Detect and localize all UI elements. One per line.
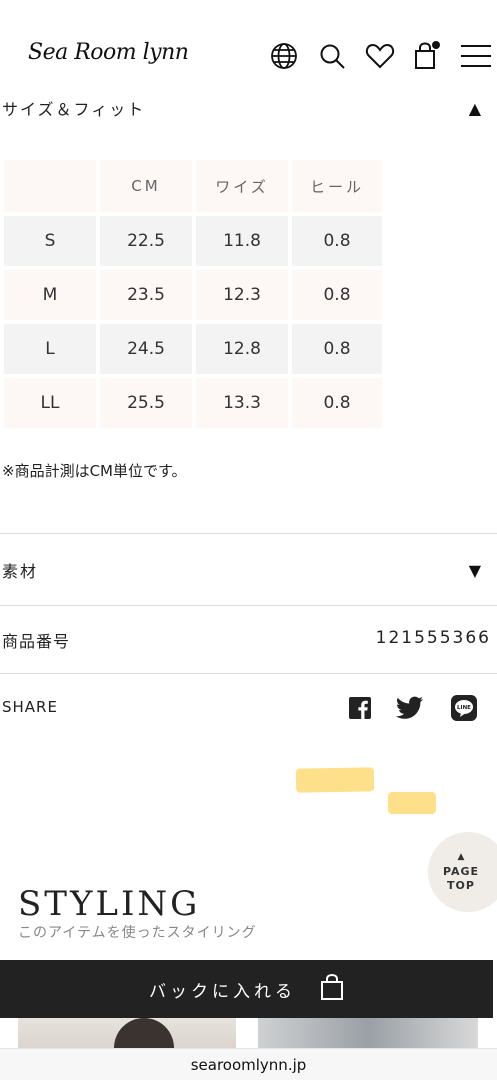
width-cell: 12.3 (196, 270, 288, 320)
heel-cell: 0.8 (292, 378, 382, 428)
divider (0, 673, 497, 674)
styling-thumbnail[interactable] (258, 1018, 478, 1052)
cart-badge (432, 41, 440, 49)
styling-title: STYLING (18, 884, 201, 924)
size-cell: LL (4, 378, 96, 428)
material-label: 素材 (2, 562, 39, 581)
browser-url-bar[interactable]: searoomlynn.jp (0, 1048, 497, 1080)
product-number-value: 121555366 (375, 628, 491, 648)
product-number-label: 商品番号 (2, 632, 71, 651)
styling-subtitle: このアイテムを使ったスタイリング (18, 925, 257, 941)
page-top-button[interactable]: ▲ PAGE TOP (428, 832, 497, 912)
decorative-highlight (388, 792, 436, 814)
search-icon[interactable] (316, 40, 348, 72)
cart-icon[interactable] (410, 40, 442, 72)
heel-cell: 0.8 (292, 270, 382, 320)
up-arrow-icon: ▲ (457, 851, 465, 862)
width-cell: 12.8 (196, 324, 288, 374)
size-table-header-cell (4, 160, 96, 212)
bag-icon (320, 973, 344, 1005)
size-table: CM ワイズ ヒール S 22.5 11.8 0.8 M 23.5 12.3 0… (4, 160, 386, 432)
heel-cell: 0.8 (292, 216, 382, 266)
svg-text:LINE: LINE (457, 705, 471, 711)
url-text: searoomlynn.jp (190, 1055, 307, 1074)
size-table-row: L 24.5 12.8 0.8 (4, 324, 386, 374)
globe-icon[interactable] (268, 40, 300, 72)
page-top-label-line2: TOP (447, 878, 475, 892)
heart-icon[interactable] (364, 40, 396, 72)
line-icon[interactable]: LINE (450, 694, 478, 722)
facebook-icon[interactable] (346, 694, 374, 722)
size-table-header-cell: CM (100, 160, 192, 212)
size-table-row: LL 25.5 13.3 0.8 (4, 378, 386, 428)
menu-icon[interactable] (460, 40, 492, 72)
page-top-label-line1: PAGE (442, 864, 480, 878)
size-table-header-cell: ヒール (292, 160, 382, 212)
collapse-triangle-icon: ▲ (468, 98, 483, 118)
divider (0, 605, 497, 606)
site-logo[interactable]: Sea Room lynn (28, 40, 189, 65)
expand-triangle-icon: ▼ (468, 560, 483, 580)
add-to-bag-button[interactable]: バックに入れる (0, 960, 493, 1018)
share-label: SHARE (2, 698, 58, 716)
size-cell: M (4, 270, 96, 320)
size-fit-title: サイズ＆フィット (2, 100, 146, 119)
width-cell: 13.3 (196, 378, 288, 428)
site-header: Sea Room lynn (0, 0, 497, 90)
size-fit-accordion-header[interactable]: サイズ＆フィット ▲ (0, 94, 497, 122)
cm-cell: 22.5 (100, 216, 192, 266)
size-table-header-row: CM ワイズ ヒール (4, 160, 386, 212)
divider (0, 533, 497, 534)
size-cell: S (4, 216, 96, 266)
size-table-header-cell: ワイズ (196, 160, 288, 212)
styling-thumbnail[interactable] (18, 1018, 236, 1052)
material-accordion-header[interactable]: 素材 ▼ (0, 556, 497, 584)
size-cell: L (4, 324, 96, 374)
width-cell: 11.8 (196, 216, 288, 266)
add-to-bag-label: バックに入れる (149, 981, 296, 1002)
measurement-note: ※商品計測はCM単位です。 (2, 462, 187, 480)
size-table-row: S 22.5 11.8 0.8 (4, 216, 386, 266)
styling-thumbnails (0, 1018, 497, 1052)
cm-cell: 25.5 (100, 378, 192, 428)
cm-cell: 24.5 (100, 324, 192, 374)
decorative-highlight (295, 767, 375, 793)
cm-cell: 23.5 (100, 270, 192, 320)
size-table-row: M 23.5 12.3 0.8 (4, 270, 386, 320)
twitter-icon[interactable] (396, 694, 424, 722)
heel-cell: 0.8 (292, 324, 382, 374)
